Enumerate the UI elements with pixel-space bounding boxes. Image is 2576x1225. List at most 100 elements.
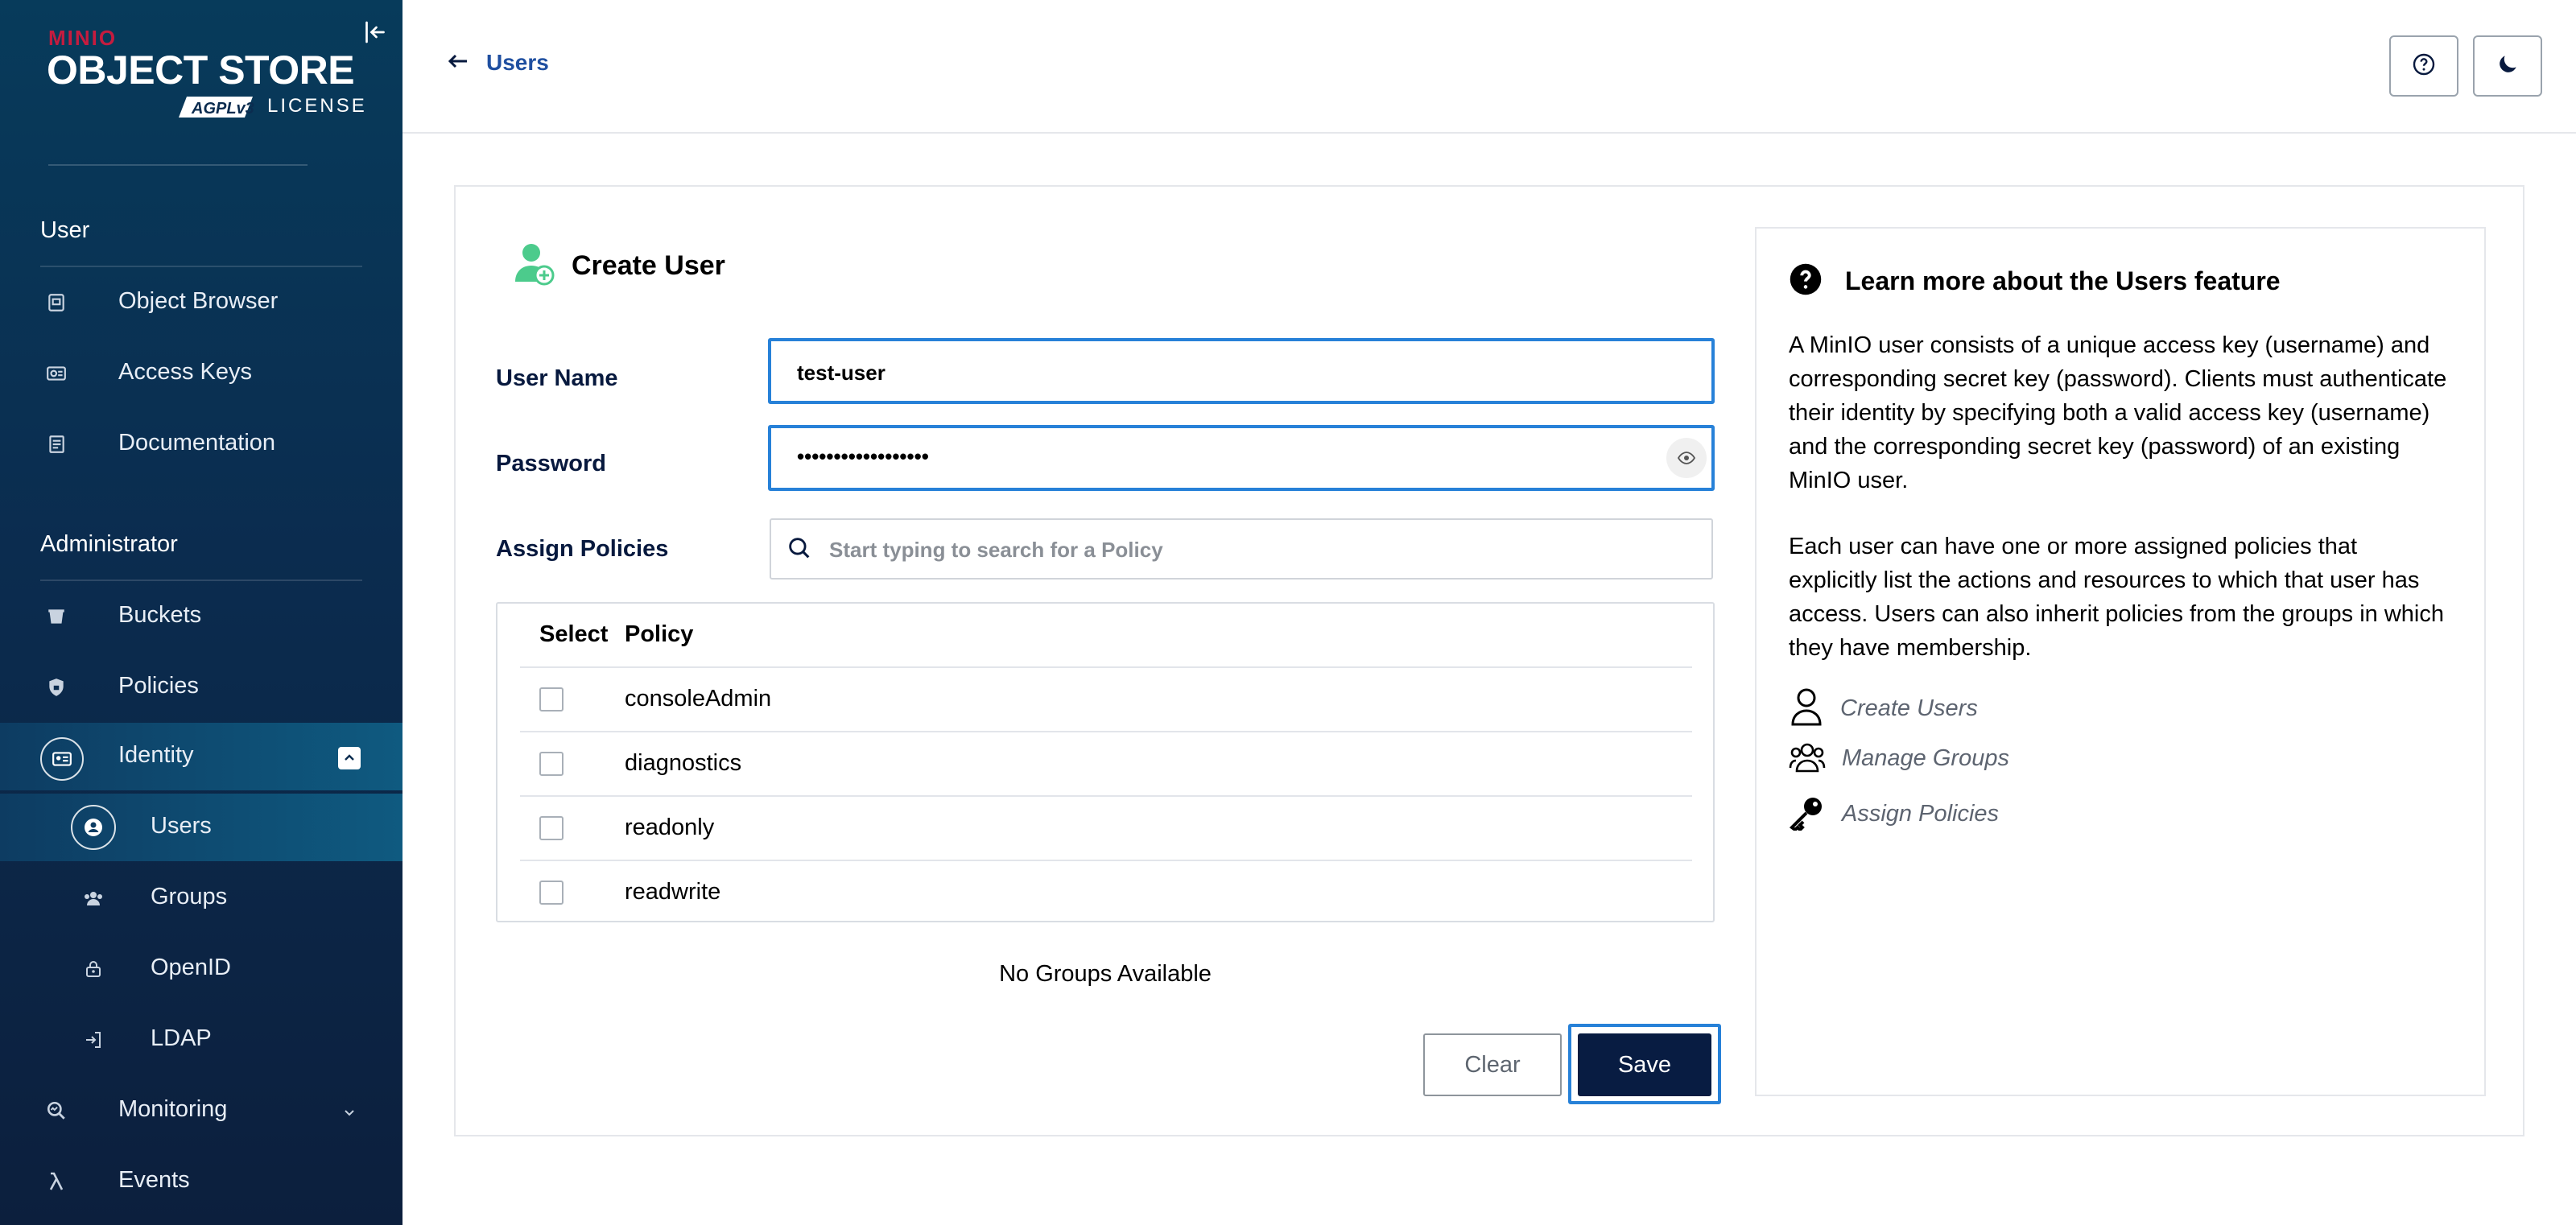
create-user-card: Create User User Name test-user Password… — [454, 185, 2524, 1136]
no-groups-message: No Groups Available — [999, 961, 1212, 987]
search-icon — [786, 534, 813, 566]
password-value: •••••••••••••••••• — [797, 444, 929, 468]
assign-policies-label: Assign Policies — [496, 536, 669, 562]
save-button[interactable]: Save — [1578, 1033, 1711, 1096]
policy-name: consoleAdmin — [625, 686, 772, 711]
top-bar: Users — [402, 0, 2576, 134]
object-browser-icon — [40, 287, 72, 319]
sidebar-item-label: Groups — [151, 884, 228, 909]
add-user-icon — [514, 241, 555, 291]
policy-search-input[interactable]: Start typing to search for a Policy — [770, 518, 1713, 580]
show-password-eye-icon[interactable] — [1666, 438, 1707, 478]
collapse-sidebar-icon[interactable] — [361, 18, 390, 47]
lambda-icon — [40, 1165, 72, 1198]
table-row[interactable]: readwrite — [520, 860, 1692, 924]
table-header: Select Policy — [497, 604, 1713, 668]
password-field[interactable]: •••••••••••••••••• — [768, 425, 1715, 491]
sidebar-item-label: OpenID — [151, 955, 231, 980]
section-title-administrator: Administrator — [40, 531, 178, 557]
create-users-link[interactable]: Create Users — [1789, 687, 1978, 730]
key-icon — [1789, 794, 1826, 835]
access-keys-icon — [40, 357, 72, 390]
policies-icon — [40, 671, 72, 703]
sidebar: MINIO OBJECT STORE AGPLv3 LICENSE User O… — [0, 0, 402, 1225]
sidebar-item-monitoring[interactable]: Monitoring — [0, 1077, 402, 1145]
back-label: Users — [486, 50, 549, 75]
ldap-icon — [71, 1017, 116, 1062]
help-button[interactable] — [2389, 35, 2458, 97]
table-row[interactable]: readonly — [520, 795, 1692, 860]
policy-checkbox[interactable] — [539, 687, 564, 711]
sidebar-item-object-browser[interactable]: Object Browser — [0, 269, 402, 336]
policy-table: Select Policy consoleAdmin diagnostics r… — [496, 602, 1715, 922]
group-outline-icon — [1789, 740, 1826, 777]
chevron-down-icon[interactable] — [338, 1101, 361, 1124]
sidebar-item-documentation[interactable]: Documentation — [0, 410, 402, 478]
sidebar-item-label: LDAP — [151, 1025, 212, 1051]
help-link-label: Manage Groups — [1842, 745, 2009, 771]
sidebar-item-buckets[interactable]: Buckets — [0, 583, 402, 650]
sidebar-item-label: Buckets — [118, 602, 202, 628]
sidebar-item-access-keys[interactable]: Access Keys — [0, 340, 402, 407]
sidebar-item-label: Access Keys — [118, 359, 252, 385]
sidebar-item-policies[interactable]: Policies — [0, 654, 402, 721]
column-header-policy: Policy — [625, 621, 694, 647]
sidebar-item-users[interactable]: Users — [0, 794, 402, 861]
help-paragraph: Each user can have one or more assigned … — [1789, 534, 2444, 661]
back-to-users-link[interactable]: Users — [448, 50, 549, 76]
sidebar-item-groups[interactable]: Groups — [0, 864, 402, 932]
identity-icon — [40, 737, 84, 781]
username-field[interactable]: test-user — [768, 338, 1715, 404]
help-title: Learn more about the Users feature — [1789, 262, 2281, 300]
help-link-label: Assign Policies — [1842, 801, 2000, 827]
manage-groups-link[interactable]: Manage Groups — [1789, 740, 2009, 777]
sidebar-item-label: Object Browser — [118, 288, 279, 314]
policy-checkbox[interactable] — [539, 881, 564, 905]
svg-text:AGPLv3: AGPLv3 — [191, 100, 254, 118]
chevron-up-icon[interactable] — [338, 747, 361, 769]
section-divider — [40, 266, 362, 267]
table-row[interactable]: diagnostics — [520, 731, 1692, 795]
user-outline-icon — [1789, 687, 1824, 730]
sidebar-item-label: Events — [118, 1167, 190, 1193]
openid-icon — [71, 947, 116, 992]
policy-checkbox[interactable] — [539, 816, 564, 840]
username-value: test-user — [797, 361, 886, 385]
brand-product-name: OBJECT STORE — [47, 47, 355, 93]
assign-policies-link[interactable]: Assign Policies — [1789, 794, 1999, 835]
clear-button[interactable]: Clear — [1423, 1033, 1562, 1096]
table-row[interactable]: consoleAdmin — [520, 666, 1692, 731]
sidebar-item-openid[interactable]: OpenID — [0, 935, 402, 1003]
form-title: Create User — [514, 241, 725, 291]
policy-search-placeholder: Start typing to search for a Policy — [829, 538, 1163, 562]
arrow-left-icon — [448, 53, 469, 73]
sidebar-item-identity[interactable]: Identity — [0, 723, 402, 790]
policy-name: readonly — [625, 815, 715, 840]
brand-divider — [48, 164, 308, 166]
sidebar-item-ldap[interactable]: LDAP — [0, 1006, 402, 1074]
policy-name: readwrite — [625, 879, 721, 905]
sidebar-item-label: Users — [151, 813, 212, 839]
brand-license-text: LICENSE — [267, 95, 367, 117]
username-label: User Name — [496, 365, 618, 391]
monitoring-icon — [40, 1095, 72, 1127]
user-icon — [71, 805, 116, 850]
section-divider — [40, 580, 362, 581]
moon-icon — [2495, 52, 2520, 81]
sidebar-item-label: Monitoring — [118, 1096, 228, 1122]
sidebar-item-events[interactable]: Events — [0, 1148, 402, 1215]
agpl-logo: AGPLv3 — [175, 93, 256, 121]
help-title-text: Learn more about the Users feature — [1845, 266, 2281, 295]
groups-icon — [71, 876, 116, 921]
help-link-label: Create Users — [1840, 695, 1978, 721]
documentation-icon — [40, 428, 72, 460]
column-header-select: Select — [539, 621, 609, 647]
section-title-user: User — [40, 217, 90, 243]
dark-mode-button[interactable] — [2473, 35, 2542, 97]
help-panel: Learn more about the Users feature A Min… — [1755, 227, 2486, 1096]
sidebar-item-label: Documentation — [118, 430, 276, 456]
buckets-icon — [40, 600, 72, 633]
page-title: Create User — [572, 250, 725, 281]
policy-checkbox[interactable] — [539, 752, 564, 776]
help-paragraph: A MinIO user consists of a unique access… — [1789, 332, 2447, 493]
